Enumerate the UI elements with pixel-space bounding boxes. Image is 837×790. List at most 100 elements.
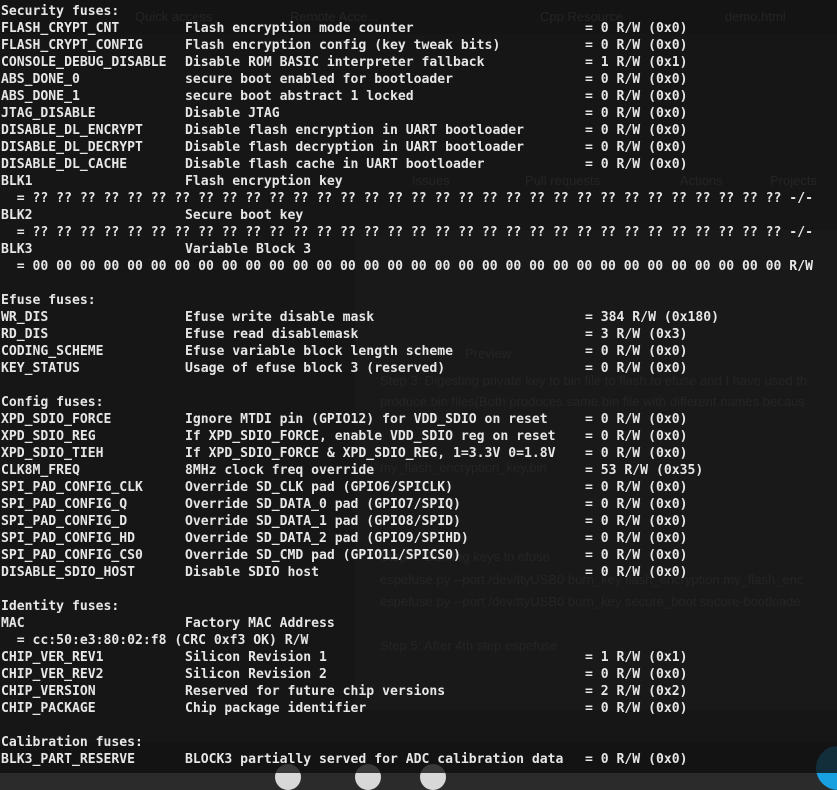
fuse-name: RD_DIS [1,327,49,342]
section-header: Efuse fuses: [0,292,837,309]
section-header-text: Calibration fuses: [1,735,143,750]
section-header: Calibration fuses: [0,734,837,751]
fuse-description: secure boot abstract 1 locked [185,89,414,104]
fuse-value: = 0 R/W (0x0) [585,752,688,767]
fuse-row: BLK3 Variable Block 3 [0,241,837,258]
fuse-description: Flash encryption key [185,174,343,189]
fuse-name: CHIP_PACKAGE [1,701,96,716]
fuse-description: Silicon Revision 2 [185,667,327,682]
fuse-description: Disable flash cache in UART bootloader [185,157,485,172]
fuse-value: = ?? ?? ?? ?? ?? ?? ?? ?? ?? ?? ?? ?? ??… [1,225,813,240]
fuse-value: = 0 R/W (0x0) [585,514,688,529]
section-header-text: Security fuses: [1,4,120,19]
fuse-name: WR_DIS [1,310,49,325]
section-header: Identity fuses: [0,598,837,615]
fuse-row: FLASH_CRYPT_CNT Flash encryption mode cou… [0,20,837,37]
fuse-value: = 53 R/W (0x35) [585,463,704,478]
fuse-name: KEY_STATUS [1,361,80,376]
fuse-description: Variable Block 3 [185,242,312,257]
fuse-value: = 0 R/W (0x0) [585,106,688,121]
fuse-description: Disable flash decryption in UART bootloa… [185,140,524,155]
fuse-value: = 0 R/W (0x0) [585,446,688,461]
fuse-row: WR_DIS Efuse write disable mask = 384 R/W … [0,309,837,326]
fuse-name: SPI_PAD_CONFIG_Q [1,497,128,512]
fuse-name: ABS_DONE_0 [1,72,80,87]
fuse-description: Disable ROM BASIC interpreter fallback [185,55,485,70]
fuse-description: Disable JTAG [185,106,280,121]
fuse-row: DISABLE_DL_ENCRYPT Disable flash encrypti… [0,122,837,139]
fuse-name: ABS_DONE_1 [1,89,80,104]
fuse-row: DISABLE_DL_CACHE Disable flash cache in U… [0,156,837,173]
fuse-description: If XPD_SDIO_FORCE & XPD_SDIO_REG, 1=3.3V… [185,446,556,461]
fuse-value: = 0 R/W (0x0) [585,38,688,53]
fuse-row: MAC Factory MAC Address [0,615,837,632]
terminal-output[interactable]: Security fuses: FLASH_CRYPT_CNT Flash encr… [0,0,837,773]
fuse-row: CHIP_VERSION Reserved for future chip ver… [0,683,837,700]
fuse-name: XPD_SDIO_REG [1,429,96,444]
section-header: Security fuses: [0,3,837,20]
fuse-description: Ignore MTDI pin (GPIO12) for VDD_SDIO on… [185,412,548,427]
fuse-name: DISABLE_DL_ENCRYPT [1,123,143,138]
fuse-value: = 0 R/W (0x0) [585,429,688,444]
section-header-text: Efuse fuses: [1,293,96,308]
fuse-description: Efuse read disablemask [185,327,359,342]
fuse-row: BLK3_PART_RESERVE BLOCK3 partially served… [0,751,837,768]
fuse-row: CLK8M_FREQ 8MHz clock freq override = 53 R… [0,462,837,479]
section-header-text: Config fuses: [1,395,104,410]
fuse-description: Flash encryption config (key tweak bits) [185,38,501,53]
fuse-value: = 0 R/W (0x0) [585,412,688,427]
fuse-name: CODING_SCHEME [1,344,104,359]
fuse-name: FLASH_CRYPT_CNT [1,21,120,36]
fuse-name: SPI_PAD_CONFIG_CS0 [1,548,143,563]
fuse-row: CODING_SCHEME Efuse variable block length… [0,343,837,360]
fuse-description: Override SD_DATA_0 pad (GPIO7/SPIQ) [185,497,461,512]
fuse-name: XPD_SDIO_FORCE [1,412,112,427]
fuse-name: BLK2 [1,208,33,223]
fuse-name: BLK3 [1,242,33,257]
fuse-row: ABS_DONE_0 secure boot enabled for bootlo… [0,71,837,88]
fuse-row: XPD_SDIO_REG If XPD_SDIO_FORCE, enable VD… [0,428,837,445]
fuse-description: Override SD_CLK pad (GPIO6/SPICLK) [185,480,454,495]
fuse-value: = 0 R/W (0x0) [585,548,688,563]
fuse-row: CONSOLE_DEBUG_DISABLE Disable ROM BASIC i… [0,54,837,71]
fuse-description: Reserved for future chip versions [185,684,446,699]
fuse-value: = 0 R/W (0x0) [585,140,688,155]
fuse-value: = 0 R/W (0x0) [585,565,688,580]
fuse-value: = 0 R/W (0x0) [585,72,688,87]
fuse-value: = 0 R/W (0x0) [585,123,688,138]
fuse-description: secure boot enabled for bootloader [185,72,454,87]
fuse-description: If XPD_SDIO_FORCE, enable VDD_SDIO reg o… [185,429,556,444]
fuse-description: Override SD_DATA_1 pad (GPIO8/SPID) [185,514,461,529]
fuse-value: = cc:50:e3:80:02:f8 (CRC 0xf3 OK) R/W [1,633,309,648]
fuse-name: CHIP_VERSION [1,684,96,699]
fuse-description: Disable flash encryption in UART bootloa… [185,123,524,138]
fuse-value: = 0 R/W (0x0) [585,497,688,512]
fuse-row: DISABLE_SDIO_HOST Disable SDIO host = 0 R/… [0,564,837,581]
fuse-row: SPI_PAD_CONFIG_Q Override SD_DATA_0 pad (… [0,496,837,513]
fuse-name: CHIP_VER_REV1 [1,650,104,665]
fuse-value: = 0 R/W (0x0) [585,157,688,172]
fuse-value: = 0 R/W (0x0) [585,531,688,546]
section-header-text: Identity fuses: [1,599,120,614]
fuse-value: = 384 R/W (0x180) [585,310,720,325]
fuse-name: BLK1 [1,174,33,189]
fuse-value-continuation: = ?? ?? ?? ?? ?? ?? ?? ?? ?? ?? ?? ?? ??… [0,190,837,207]
fuse-value: = 0 R/W (0x0) [585,344,688,359]
fuse-name: XPD_SDIO_TIEH [1,446,104,461]
fuse-description: Usage of efuse block 3 (reserved) [185,361,446,376]
fuse-name: BLK3_PART_RESERVE [1,752,136,767]
fuse-name: JTAG_DISABLE [1,106,96,121]
fuse-row: DISABLE_DL_DECRYPT Disable flash decrypti… [0,139,837,156]
fuse-name: CONSOLE_DEBUG_DISABLE [1,55,167,70]
fuse-value: = ?? ?? ?? ?? ?? ?? ?? ?? ?? ?? ?? ?? ??… [1,191,813,206]
fuse-value-continuation: = ?? ?? ?? ?? ?? ?? ?? ?? ?? ?? ?? ?? ??… [0,224,837,241]
fuse-value: = 0 R/W (0x0) [585,667,688,682]
fuse-name: DISABLE_DL_CACHE [1,157,128,172]
fuse-row: SPI_PAD_CONFIG_CS0 Override SD_CMD pad (G… [0,547,837,564]
fuse-value: = 0 R/W (0x0) [585,701,688,716]
fuse-value: = 1 R/W (0x1) [585,650,688,665]
fuse-name: FLASH_CRYPT_CONFIG [1,38,143,53]
fuse-value: = 0 R/W (0x0) [585,21,688,36]
fuse-name: CLK8M_FREQ [1,463,80,478]
